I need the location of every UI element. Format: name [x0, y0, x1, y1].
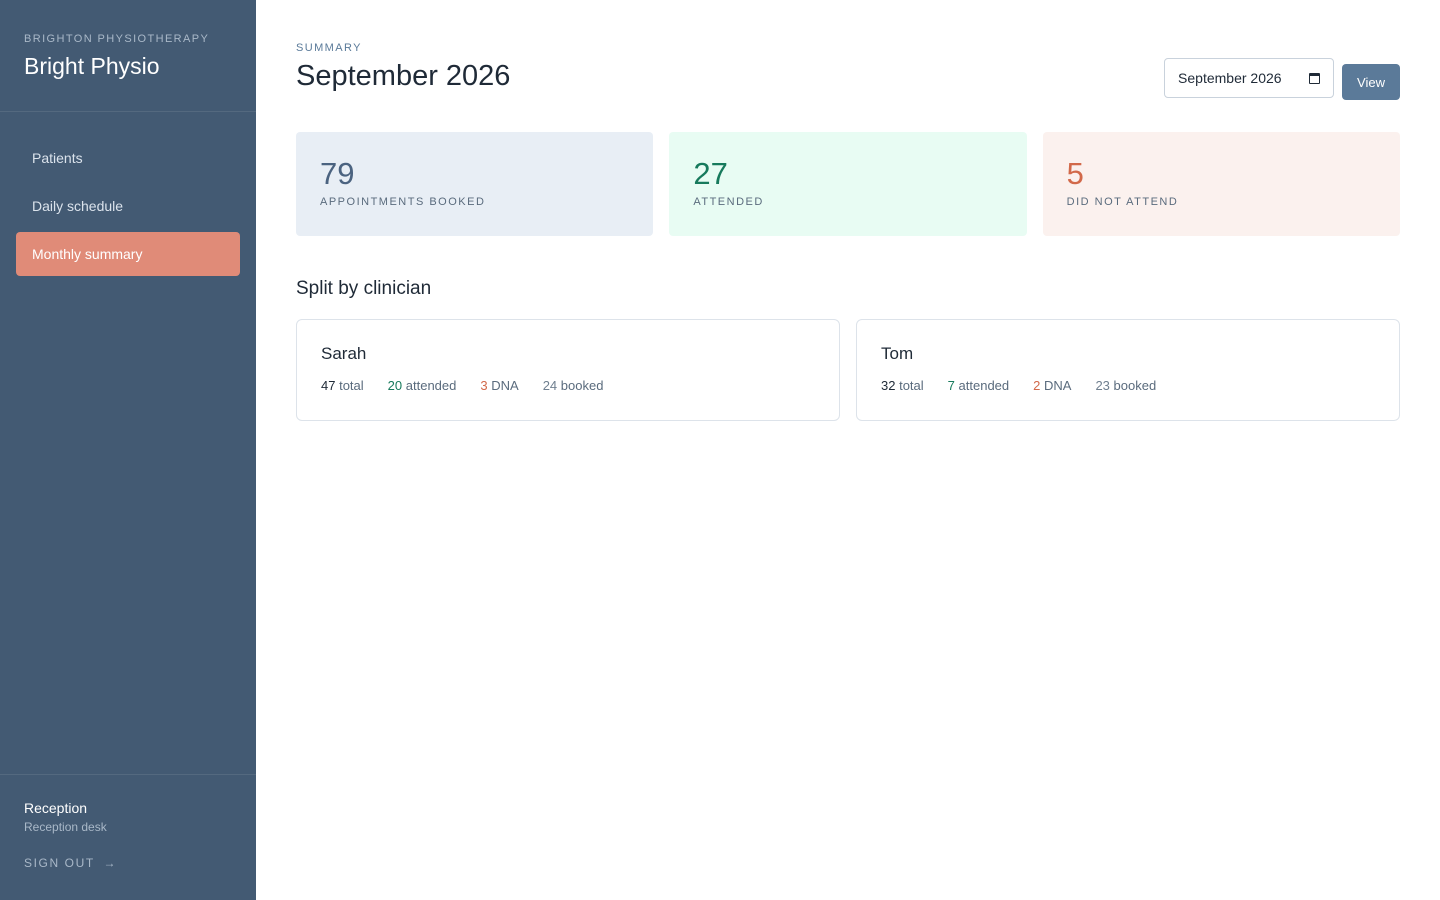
- sidebar-item-monthly-summary[interactable]: Monthly summary: [16, 232, 240, 276]
- sidebar-footer: Reception Reception desk Sign out →: [0, 774, 256, 900]
- stat-card-attended: 27 Attended: [669, 132, 1027, 236]
- clinician-total-value: 47: [321, 378, 336, 393]
- clinician-total-label: total: [899, 378, 924, 393]
- clinician-attended-value: 7: [947, 378, 955, 393]
- stat-value-attended: 27: [693, 156, 728, 191]
- stat-value-booked: 79: [320, 156, 355, 191]
- clinician-attended: 20 attended: [388, 378, 457, 393]
- clinician-card-sarah: Sarah 47 total 20 attended 3 DNA 24 book…: [296, 319, 840, 421]
- clinician-total-label: total: [339, 378, 364, 393]
- brand-subtitle: Brighton Physiotherapy: [24, 33, 210, 45]
- month-controls: September 2026 View: [1164, 56, 1400, 100]
- clinician-dna: 3 DNA: [480, 378, 518, 393]
- stat-label-booked: Appointments booked: [320, 196, 486, 208]
- month-input-value: September 2026: [1178, 70, 1282, 86]
- stat-value-dna: 5: [1066, 156, 1084, 191]
- stat-label-attended: Attended: [693, 196, 764, 208]
- clinician-attended-value: 20: [387, 378, 403, 393]
- clinician-dna-value: 2: [1033, 378, 1041, 393]
- sidebar-nav: Patients Daily schedule Monthly summary: [0, 112, 256, 774]
- clinician-booked: 24 booked: [543, 378, 604, 393]
- clinician-attended-label: attended: [405, 378, 457, 393]
- section-title: Split by clinician: [296, 278, 432, 299]
- sign-out-label: Sign out: [24, 856, 95, 870]
- clinician-dna-label: DNA: [491, 378, 519, 393]
- brand-name: Bright Physio: [24, 53, 160, 79]
- clinician-name: Tom: [881, 344, 914, 363]
- clinician-cards: Sarah 47 total 20 attended 3 DNA 24 book…: [296, 319, 1400, 421]
- user-role: Reception desk: [24, 820, 107, 834]
- page-title: September 2026: [296, 60, 511, 92]
- month-input[interactable]: September 2026: [1164, 58, 1335, 98]
- clinician-booked-label: booked: [560, 378, 604, 393]
- app: Brighton Physiotherapy Bright Physio Pat…: [0, 0, 1440, 900]
- clinician-stats: 32 total 7 attended 2 DNA 23 booked: [881, 378, 1375, 393]
- clinician-booked-value: 23: [1095, 378, 1110, 393]
- clinician-booked: 23 booked: [1095, 378, 1156, 393]
- page-eyebrow: Summary: [296, 42, 362, 54]
- page-header: Summary September 2026 September 2026 Vi…: [296, 40, 1400, 100]
- clinician-total: 32 total: [881, 378, 924, 393]
- sign-out-link[interactable]: Sign out →: [24, 856, 117, 870]
- clinician-booked-label: booked: [1113, 378, 1157, 393]
- arrow-right-icon: →: [103, 856, 118, 870]
- clinician-total-value: 32: [881, 378, 896, 393]
- clinician-name: Sarah: [321, 344, 367, 363]
- clinician-dna: 2 DNA: [1033, 378, 1071, 393]
- clinician-booked-value: 24: [542, 378, 558, 393]
- user-name: Reception: [24, 800, 88, 816]
- brand: Brighton Physiotherapy Bright Physio: [0, 0, 256, 112]
- view-button[interactable]: View: [1342, 64, 1400, 100]
- stat-card-dna: 5 Did not attend: [1042, 132, 1400, 236]
- main-content: Summary September 2026 September 2026 Vi…: [256, 0, 1440, 900]
- clinician-dna-value: 3: [480, 378, 488, 393]
- clinician-attended: 7 attended: [948, 378, 1009, 393]
- clinician-stats: 47 total 20 attended 3 DNA 24 booked: [321, 378, 815, 393]
- stat-card-booked: 79 Appointments booked: [296, 132, 654, 236]
- clinician-dna-label: DNA: [1044, 378, 1072, 393]
- stat-cards: 79 Appointments booked 27 Attended 5 Did…: [296, 132, 1400, 236]
- title-block: Summary September 2026: [296, 40, 510, 93]
- sidebar-item-daily-schedule[interactable]: Daily schedule: [16, 184, 240, 228]
- sidebar: Brighton Physiotherapy Bright Physio Pat…: [0, 0, 256, 900]
- calendar-icon[interactable]: [1309, 72, 1321, 84]
- clinician-attended-label: attended: [958, 378, 1010, 393]
- stat-label-dna: Did not attend: [1066, 196, 1179, 208]
- clinician-card-tom: Tom 32 total 7 attended 2 DNA 23 booked: [856, 319, 1400, 421]
- clinician-total: 47 total: [321, 378, 364, 393]
- sidebar-item-patients[interactable]: Patients: [16, 136, 240, 180]
